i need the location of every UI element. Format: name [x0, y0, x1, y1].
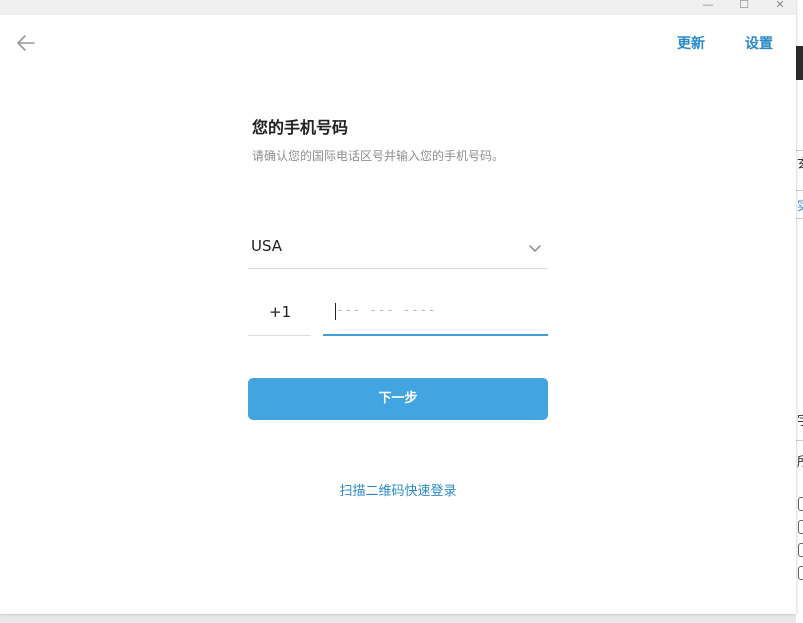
background-app-text: 玄: [797, 158, 803, 172]
background-app-checkbox: [798, 566, 803, 580]
minimize-button[interactable]: —: [698, 0, 718, 12]
text-caret: [335, 303, 336, 320]
background-app-checkbox: [798, 520, 803, 534]
country-code-value: +1: [269, 303, 292, 321]
background-app-divider: [796, 218, 803, 219]
maximize-button[interactable]: ☐: [734, 0, 754, 12]
page-title: 您的手机号码: [252, 118, 349, 137]
background-app-divider: [796, 190, 803, 191]
background-app-dark-bar: [796, 46, 803, 80]
login-window: — ☐ ✕ 更新 设置 您的手机号码 请确认您的国际电话区号并输入您的手机号码。…: [0, 0, 796, 614]
qr-login-link[interactable]: 扫描二维码快速登录: [248, 480, 548, 499]
back-button[interactable]: [14, 31, 38, 55]
country-select[interactable]: USA: [248, 228, 548, 269]
background-app-divider: [796, 150, 803, 151]
phone-number-input[interactable]: [336, 303, 541, 318]
country-select-value: USA: [251, 237, 283, 255]
phone-number-field[interactable]: [323, 295, 548, 336]
background-app-text: 宇: [797, 415, 803, 429]
settings-button[interactable]: 设置: [745, 33, 773, 53]
close-button[interactable]: ✕: [770, 0, 790, 12]
arrow-left-icon: [17, 35, 35, 51]
background-app-checkbox: [798, 543, 803, 557]
background-app-divider: [796, 440, 803, 441]
next-step-button[interactable]: 下一步: [248, 378, 548, 420]
chevron-down-icon: [529, 245, 541, 252]
title-bar: — ☐ ✕: [0, 0, 796, 15]
update-button[interactable]: 更新: [677, 33, 705, 53]
background-app-text: 实: [797, 200, 803, 214]
background-app-text: 所: [797, 456, 803, 470]
country-code-field[interactable]: +1: [248, 295, 311, 336]
background-app-edge: 玄 实 宇 所: [796, 0, 803, 623]
page-subtitle: 请确认您的国际电话区号并输入您的手机号码。: [252, 149, 505, 163]
background-app-checkbox: [798, 497, 803, 511]
